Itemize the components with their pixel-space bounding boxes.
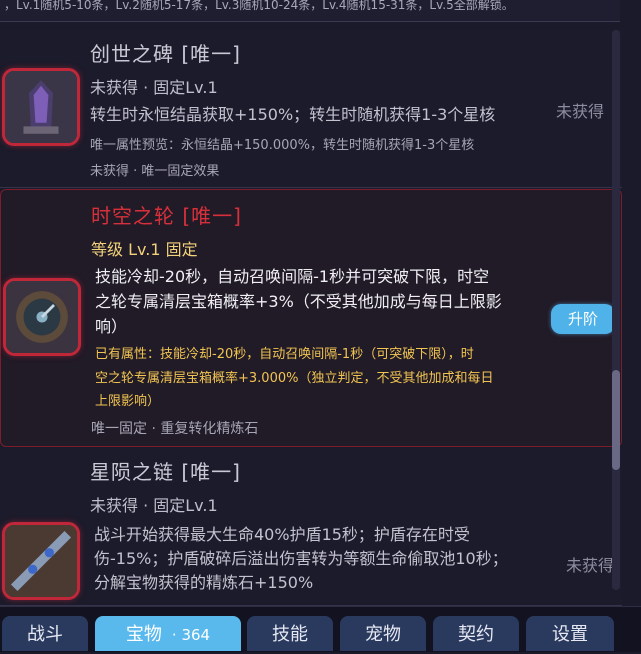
treasure-preview: 唯一属性预览：永恒结晶+150.000%，转生时随机获得1-3个星核 — [90, 138, 475, 153]
owned-attribute-line: 已有属性：技能冷却-20秒，自动召唤间隔-1秒（可突破下限），时 — [95, 347, 474, 362]
treasure-description: 转生时永恒结晶获取+150%；转生时随机获得1-3个星核 — [90, 105, 496, 124]
treasure-description-line: 分解宝物获得的精炼石+150% — [94, 573, 314, 592]
treasure-description-line: 战斗开始获得最大生命40%护盾15秒；护盾存在时受 — [94, 525, 470, 544]
tab-label: 宠物 — [365, 624, 401, 645]
owned-attribute-line: 空之轮专属清层宝箱概率+3.000%（独立判定，不受其他加成和每日 — [95, 371, 494, 386]
treasure-meta: 未获得 · 固定Lv.1 — [90, 496, 218, 515]
treasure-description-line: 之轮专属清层宝箱概率+3%（不受其他加成与每日上限影 — [95, 292, 502, 311]
chain-icon — [2, 522, 80, 600]
list-scrollbar[interactable] — [612, 30, 620, 590]
treasure-level: 等级 Lv.1 固定 — [91, 240, 198, 259]
treasure-footer: 未获得 · 唯一固定效果 — [90, 164, 220, 179]
treasure-title: 创世之碑 [唯一] — [90, 42, 241, 66]
tab-label: 技能 — [272, 624, 308, 645]
scrollbar-thumb[interactable] — [612, 370, 620, 470]
tab-contracts[interactable]: 契约 — [433, 616, 519, 651]
previous-card-description: ，Lv.1随机5-10条，Lv.2随机5-17条，Lv.3随机10-24条，Lv… — [0, 0, 620, 22]
tab-treasure[interactable]: 宝物 · 364 — [95, 616, 241, 651]
tab-settings[interactable]: 设置 — [526, 616, 614, 651]
treasure-description-line: 响） — [95, 317, 128, 336]
treasure-title: 时空之轮 [唯一] — [91, 204, 242, 228]
tab-label: 设置 — [552, 624, 588, 645]
upgrade-button[interactable]: 升阶 — [551, 304, 615, 334]
treasure-title: 星陨之链 [唯一] — [90, 460, 241, 484]
treasure-card-time-wheel[interactable]: 时空之轮 [唯一] 等级 Lv.1 固定 技能冷却-20秒，自动召唤间隔-1秒并… — [0, 189, 622, 447]
tab-battle[interactable]: 战斗 — [2, 616, 88, 651]
tab-pets[interactable]: 宠物 — [340, 616, 426, 651]
owned-attribute-line: 上限影响） — [95, 394, 161, 409]
treasure-meta: 未获得 · 固定Lv.1 — [90, 78, 218, 97]
tab-skills[interactable]: 技能 — [247, 616, 333, 651]
treasure-description-line: 伤-15%；护盾破碎后溢出伤害转为等额生命偷取池10秒； — [94, 549, 508, 568]
status-label: 未获得 — [566, 556, 615, 575]
treasure-footer: 唯一固定 · 重复转化精炼石 — [91, 421, 259, 437]
tab-label: 宝物 — [125, 624, 162, 645]
tab-label: 契约 — [458, 624, 494, 645]
treasure-card-star-chain[interactable]: 星陨之链 [唯一] 未获得 · 固定Lv.1 战斗开始获得最大生命40%护盾15… — [0, 448, 622, 606]
treasure-description-line: 技能冷却-20秒，自动召唤间隔-1秒并可突破下限，时空 — [95, 267, 490, 286]
previous-card-text: ，Lv.1随机5-10条，Lv.2随机5-17条，Lv.3随机10-24条，Lv… — [4, 0, 514, 12]
status-label: 未获得 — [556, 102, 605, 121]
tab-label: 战斗 — [27, 624, 63, 645]
treasure-card-genesis-monolith[interactable]: 创世之碑 [唯一] 未获得 · 固定Lv.1 转生时永恒结晶获取+150%；转生… — [0, 30, 622, 188]
treasure-count-badge: · 364 — [171, 626, 211, 644]
time-wheel-icon — [3, 278, 81, 356]
monolith-icon — [2, 68, 80, 146]
